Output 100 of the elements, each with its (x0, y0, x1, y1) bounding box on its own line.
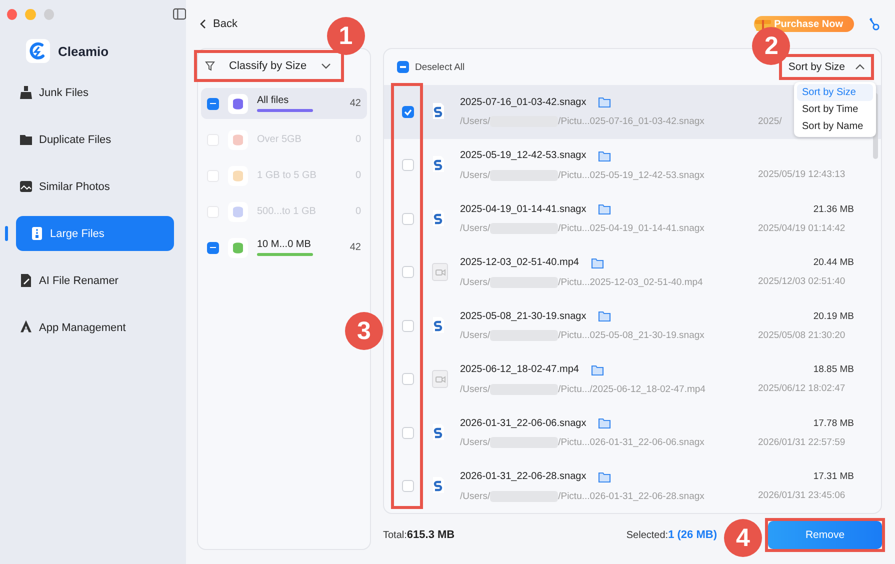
file-date: 2026/01/31 23:45:06 (758, 490, 846, 502)
file-path: /Users/ (460, 330, 490, 342)
step-number: 4 (724, 519, 762, 557)
category-bar (257, 253, 313, 256)
file-name: 2025-07-16_01-03-42.snagx (460, 96, 586, 108)
category-checkbox[interactable] (207, 242, 219, 254)
app-logo-icon (26, 39, 50, 63)
category-label: All files (257, 95, 290, 106)
app-store-icon (19, 320, 33, 335)
folder-icon[interactable] (598, 310, 612, 322)
deselect-checkbox[interactable] (397, 61, 409, 73)
folder-icon[interactable] (598, 203, 612, 216)
file-size: 17.31 MB (813, 471, 854, 482)
file-name: 2025-12-03_02-51-40.mp4 (460, 257, 579, 268)
file-path: /Pictu...025-04-19_01-14-41.snagx (558, 223, 704, 234)
folder-icon[interactable] (598, 417, 612, 430)
folder-icon[interactable] (598, 470, 612, 483)
zip-file-icon (30, 226, 44, 241)
file-path: /Pictu...025-05-19_12-42-53.snagx (558, 170, 704, 181)
menu-item[interactable]: Sort by Size (797, 84, 873, 101)
document-pen-icon (19, 273, 33, 288)
sidebar-item[interactable]: AI File Renamer (5, 263, 174, 298)
chevron-left-icon (200, 19, 206, 29)
step-number: 1 (326, 17, 365, 55)
file-name: 2026-01-31_22-06-06.snagx (460, 418, 586, 429)
file-name: 2025-05-08_21-30-19.snagx (460, 310, 586, 322)
file-path: /Users/ (460, 116, 490, 128)
file-size: 17.78 MB (813, 418, 854, 429)
sidebar-toggle-icon[interactable] (172, 8, 186, 20)
file-row[interactable]: 2026-01-31_22-06-28.snagx /Users/ /Pictu...026-01-31_22-06-28.snagx 17.31 MB 2026/01/31 23:45:06 (384, 460, 881, 513)
app-name: Cleamio (58, 44, 109, 58)
photo-icon (19, 179, 33, 194)
file-date: 2025/06/12 18:02:47 (758, 383, 846, 394)
sidebar-item[interactable]: Duplicate Files (5, 122, 174, 157)
active-indicator (5, 226, 8, 241)
filter-icon (205, 61, 215, 71)
file-size: 18.85 MB (813, 364, 854, 376)
file-size: 20.44 MB (813, 257, 854, 268)
sidebar-item[interactable]: Large Files (16, 216, 174, 251)
file-date: 2025/05/19 12:43:13 (758, 169, 846, 180)
file-path: /Users/ (460, 276, 490, 288)
selected-summary: Selected:1 (26 MB) (626, 529, 717, 541)
sidebar-item[interactable]: Similar Photos (5, 169, 174, 204)
file-row[interactable]: 2025-05-08_21-30-19.snagx /Users/ /Pictu...025-05-08_21-30-19.snagx 20.19 MB 2025/05/08 21:30:20 (384, 299, 881, 352)
menu-item[interactable]: Sort by Time (797, 101, 873, 118)
file-size: 20.19 MB (813, 310, 854, 322)
file-path: /Users/ (460, 437, 490, 448)
file-path: /Users/ (460, 490, 490, 502)
chevron-down-icon (320, 63, 331, 69)
video-file-icon (432, 370, 448, 388)
category-item[interactable]: All files 42 (201, 88, 367, 119)
category-label: 10 M...0 MB (257, 239, 312, 250)
video-file-icon (432, 263, 448, 282)
caret-icon (855, 64, 865, 70)
file-name: 2025-04-19_01-14-41.snagx (460, 204, 586, 215)
key-icon[interactable] (868, 17, 880, 31)
file-row[interactable]: 2025-06-12_18-02-47.mp4 /Users/ /Pictu.../2025-06-12_18-02-47.mp4 18.85 MB 2025/06/12 18:02:47 (384, 352, 881, 406)
deselect-all-label[interactable]: Deselect All (415, 62, 465, 72)
folder-icon[interactable] (590, 364, 604, 376)
step-number: 2 (752, 27, 790, 65)
file-path: /Pictu...025-07-16_01-03-42.snagx (558, 116, 704, 128)
file-row[interactable]: 2025-04-19_01-14-41.snagx /Users/ /Pictu...025-04-19_01-14-41.snagx 21.36 MB 2025/04/19 01:14:42 (384, 192, 881, 246)
file-size: 21.36 MB (813, 204, 854, 215)
category-bar (257, 109, 313, 112)
classify-dropdown[interactable]: Classify by Size (197, 53, 341, 79)
file-date: 2025/04/19 01:14:42 (758, 222, 846, 234)
file-name: 2025-05-19_12-42-53.snagx (460, 150, 586, 162)
sidebar-item[interactable]: App Management (5, 310, 174, 345)
file-path: /Users/ (460, 223, 490, 234)
file-row[interactable]: 2025-05-19_12-42-53.snagx /Users/ /Pictu...025-05-19_12-42-53.snagx 2025/05/19 12:43:13 (384, 138, 881, 192)
file-date: 2026/01/31 22:57:59 (758, 436, 846, 448)
category-item[interactable]: 10 M...0 MB 42 (201, 232, 367, 263)
folder-icon[interactable] (590, 256, 604, 269)
folder-icon[interactable] (598, 96, 612, 108)
broom-icon (19, 85, 33, 100)
file-checkbox[interactable] (402, 106, 414, 118)
back-button[interactable]: Back (200, 18, 238, 30)
file-date: 2025/12/03 02:51:40 (758, 276, 846, 288)
file-path: /Users/ (460, 384, 490, 395)
file-date: 2025/ (758, 116, 782, 127)
file-path: /Users/ (460, 170, 490, 181)
menu-item[interactable]: Sort by Name (797, 118, 873, 135)
folder-icon[interactable] (598, 150, 612, 162)
file-name: 2025-06-12_18-02-47.mp4 (460, 364, 579, 376)
close-button[interactable] (7, 8, 18, 20)
total-size: Total:615.3 MB (383, 529, 455, 541)
file-date: 2025/05/08 21:30:20 (758, 330, 846, 341)
file-path: /Pictu...026-01-31_22-06-28.snagx (558, 490, 704, 502)
sidebar-item[interactable]: Junk Files (5, 75, 174, 110)
category-checkbox[interactable] (207, 98, 219, 110)
file-path: /Pictu...025-05-08_21-30-19.snagx (558, 330, 704, 342)
file-row[interactable]: 2025-12-03_02-51-40.mp4 /Users/ /Pictu...2025-12-03_02-51-40.mp4 20.44 MB 2025/12/03 02:51:40 (384, 246, 881, 299)
sort-dropdown[interactable]: Sort by Size (782, 57, 871, 77)
category-count: 42 (350, 98, 361, 109)
file-row[interactable]: 2026-01-31_22-06-06.snagx /Users/ /Pictu...026-01-31_22-06-06.snagx 17.78 MB 2026/01/31 22:57:59 (384, 406, 881, 460)
file-path: /Pictu...026-01-31_22-06-06.snagx (558, 437, 704, 448)
file-path: /Pictu...2025-12-03_02-51-40.mp4 (558, 276, 703, 288)
file-path: /Pictu.../2025-06-12_18-02-47.mp4 (558, 384, 706, 395)
file-name: 2026-01-31_22-06-28.snagx (460, 471, 586, 482)
folder-icon (19, 132, 33, 147)
